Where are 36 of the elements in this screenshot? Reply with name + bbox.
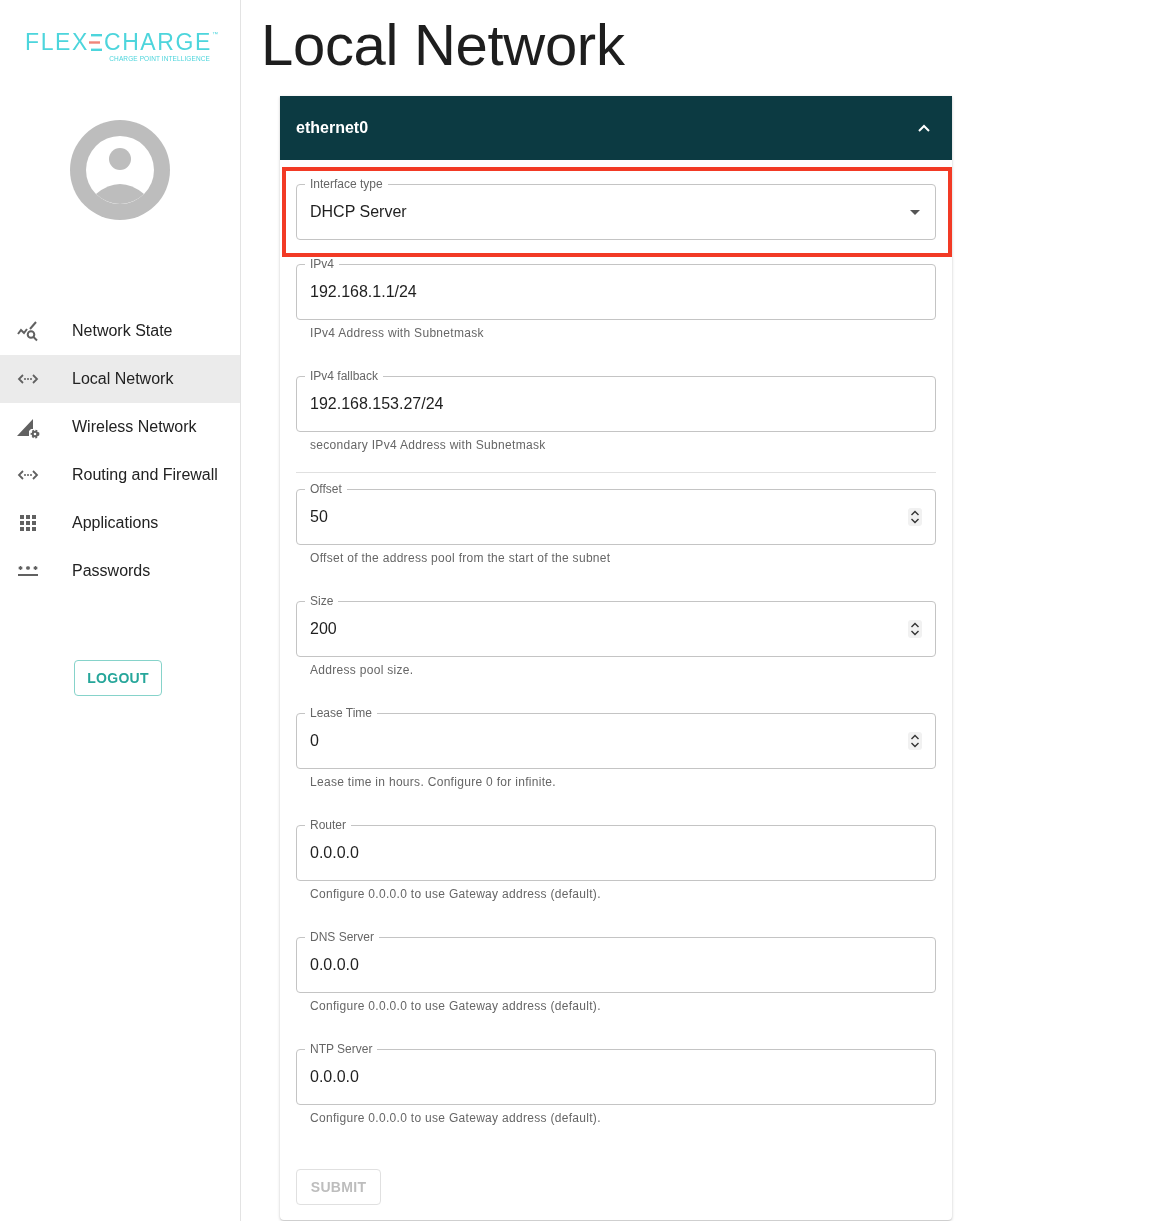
logo-text: FLEX bbox=[25, 31, 89, 54]
helper-text: Offset of the address pool from the start of the subnet bbox=[310, 551, 611, 565]
spinner-arrows-icon[interactable] bbox=[908, 620, 922, 638]
text-field[interactable]: IPv4 fallback 192.168.153.27/24 bbox=[296, 369, 936, 432]
nav-item[interactable]: Routing and Firewall bbox=[0, 451, 240, 499]
caret-down-icon bbox=[910, 209, 920, 215]
helper-text: Address pool size. bbox=[310, 663, 414, 677]
helper-text: IPv4 Address with Subnetmask bbox=[310, 326, 484, 340]
chevron-up-icon[interactable] bbox=[918, 124, 930, 132]
nav-item[interactable]: Applications bbox=[0, 499, 240, 547]
nav-item[interactable]: Wireless Network bbox=[0, 403, 240, 451]
spinner-arrows-icon[interactable] bbox=[908, 732, 922, 750]
nav-item[interactable]: Passwords bbox=[0, 547, 240, 595]
helper-text: secondary IPv4 Address with Subnetmask bbox=[310, 438, 546, 452]
nav-item[interactable]: Network State bbox=[0, 307, 240, 355]
number-field[interactable]: Size 200 bbox=[296, 594, 936, 657]
avatar-icon bbox=[70, 120, 170, 220]
text-field[interactable]: IPv4 192.168.1.1/24 bbox=[296, 257, 936, 320]
chart-search-icon bbox=[16, 319, 40, 343]
panel-header[interactable]: ethernet0 bbox=[280, 96, 952, 160]
helper-text: Lease time in hours. Configure 0 for infinite. bbox=[310, 775, 556, 789]
page-title: Local Network bbox=[261, 11, 625, 79]
panel-title: ethernet0 bbox=[296, 119, 369, 137]
text-field[interactable]: NTP Server 0.0.0.0 bbox=[296, 1042, 936, 1105]
number-field[interactable]: Offset 50 bbox=[296, 482, 936, 545]
logo-bars-icon bbox=[88, 34, 102, 51]
helper-text: Configure 0.0.0.0 to use Gateway address (default). bbox=[310, 887, 601, 901]
nav-item[interactable]: Local Network bbox=[0, 355, 240, 403]
text-field[interactable]: DNS Server 0.0.0.0 bbox=[296, 930, 936, 993]
number-field[interactable]: Lease Time 0 bbox=[296, 706, 936, 769]
dropdown-field[interactable]: Interface type DHCP Server bbox=[296, 177, 936, 240]
logo-text: CHARGE bbox=[103, 31, 212, 54]
text-field[interactable]: Router 0.0.0.0 bbox=[296, 818, 936, 881]
helper-text: Configure 0.0.0.0 to use Gateway address (default). bbox=[310, 1111, 601, 1125]
spinner-arrows-icon[interactable] bbox=[908, 508, 922, 526]
helper-text: Configure 0.0.0.0 to use Gateway address (default). bbox=[310, 999, 601, 1013]
